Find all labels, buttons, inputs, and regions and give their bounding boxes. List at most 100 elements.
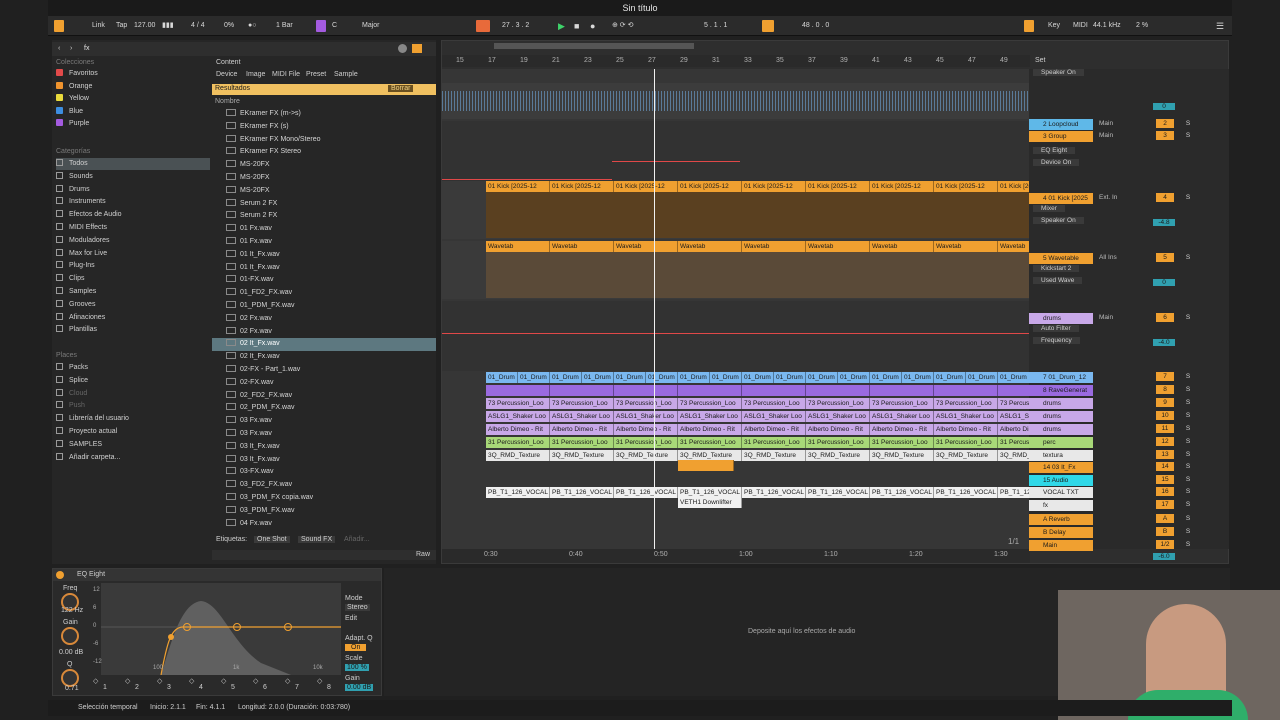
audio-clip[interactable] [486,385,550,396]
audio-clip[interactable]: 31 Percussion_Loo [742,437,806,448]
back-to-arrangement-button[interactable] [476,20,490,32]
solo-button[interactable]: S [1183,540,1193,549]
file-item[interactable]: 01_FD2_FX.wav [212,287,436,300]
track-number[interactable]: 3 [1156,131,1174,140]
band-button[interactable]: ◇ 6 [249,677,277,693]
audio-clip[interactable]: ASLG1_Shaker Loo [550,411,614,422]
category-item[interactable]: Sounds [56,171,210,183]
place-item[interactable]: Splice [56,375,210,387]
track-name[interactable]: VOCAL TXT [1029,487,1093,498]
mixer-track-row[interactable]: 3 Group 3 S Main [1029,131,1229,143]
solo-button[interactable]: S [1183,372,1193,381]
mixer-track-row[interactable]: drums 6 S Main [1029,313,1229,325]
audio-clip[interactable]: VETH1 Downlifter [678,497,742,508]
solo-button[interactable]: S [1183,475,1193,484]
bar-ruler[interactable]: 15 17 19 21 23 25 27 29 31 33 35 37 39 41 43 45 47 49 [442,55,1030,67]
solo-button[interactable]: S [1183,253,1193,262]
audio-clip[interactable]: 01 Kick [2025-12 [806,181,870,192]
band-button[interactable]: ◇ 2 [121,677,149,693]
audio-clip[interactable]: Alberto Dimeo - Rit [870,424,934,435]
audio-clip[interactable]: Alberto Dimeo - Rit [678,424,742,435]
audio-clip[interactable]: 73 Percussion_Loo [614,398,678,409]
file-item[interactable]: 02 Fx.wav [212,313,436,326]
file-item[interactable]: 04 Fx.wav [212,518,436,530]
audio-clip[interactable]: 3Q_RMD_Texture [614,450,678,461]
file-item[interactable]: MS-20FX [212,185,436,198]
audio-clip[interactable]: 01_Drum [806,372,838,383]
file-item[interactable]: 01 Fx.wav [212,236,436,249]
record-mode-icon[interactable]: ●○ [248,20,256,32]
file-item[interactable]: 03_FD2_FX.wav [212,479,436,492]
audio-clip[interactable]: Alberto Dimeo - Rit [614,424,678,435]
collection-item[interactable]: Purple [56,118,210,130]
audio-clip[interactable] [614,385,678,396]
file-item[interactable]: 03 Fx.wav [212,415,436,428]
mixer-track-row[interactable]: drums 11 S [1029,424,1229,436]
filter-icon[interactable] [412,44,422,53]
category-item[interactable]: Instruments [56,196,210,208]
audio-clip[interactable]: ASLG1_Shaker Loo [614,411,678,422]
audio-clip[interactable]: 31 Percussion_Loo [806,437,870,448]
volume-value[interactable]: 0 [1153,279,1175,286]
volume-value[interactable]: -4.8 [1153,219,1175,226]
device-on-icon[interactable] [56,571,64,579]
track-number[interactable]: 2 [1156,119,1174,128]
category-item[interactable]: Moduladores [56,235,210,247]
audio-clip[interactable]: ASLG1_Shaker Loo [806,411,870,422]
track-number[interactable]: 9 [1156,398,1174,407]
mixer-chain-label[interactable]: EQ Eight [1033,147,1076,154]
collection-item[interactable]: Yellow [56,93,210,105]
track-number[interactable]: 12 [1156,437,1174,446]
filter-content[interactable]: Content [216,59,241,66]
category-item[interactable]: MIDI Effects [56,222,210,234]
file-item[interactable]: 02 It_Fx.wav [212,338,436,352]
track-number[interactable]: 17 [1156,500,1174,509]
file-item[interactable]: 02-FX - Part_1.wav [212,364,436,377]
file-item[interactable]: 02-FX.wav [212,377,436,390]
volume-value[interactable]: -6.0 [1153,553,1175,560]
track-number[interactable]: A [1156,514,1174,523]
solo-button[interactable]: S [1183,500,1193,509]
track-lane[interactable] [442,301,1030,371]
track-number[interactable]: 7 [1156,372,1174,381]
audio-clip[interactable]: PB_T1_126_VOCAL [486,487,550,498]
audio-clip[interactable] [550,385,614,396]
file-item[interactable]: 03_PDM_FX copia.wav [212,492,436,505]
band-button[interactable]: ◇ 5 [217,677,245,693]
audio-clip[interactable]: 01_Drum [902,372,934,383]
mixer-track-row[interactable]: B Delay B S [1029,527,1229,539]
audio-clip[interactable]: 3Q_RMD_Texture [806,450,870,461]
mixer-chain-label[interactable]: Mixer [1033,205,1065,212]
file-item[interactable]: 03 It_Fx.wav [212,441,436,454]
audio-clip[interactable]: Wavetab [678,241,742,252]
clear-results-button[interactable]: Borrar [388,85,414,92]
audio-clip[interactable]: Alberto Dimeo - Rit [934,424,998,435]
audio-clip[interactable]: 31 Percussion_Loo [678,437,742,448]
mixer-chain-label[interactable]: Kickstart 2 [1033,265,1080,272]
track-name[interactable]: 5 Wavetable [1029,253,1093,264]
eq-display[interactable] [101,583,341,675]
category-item[interactable]: Plug-Ins [56,260,210,272]
audio-clip[interactable]: 3Q_RMD_Texture [742,450,806,461]
file-item[interactable]: MS-20FX [212,159,436,172]
mixer-chain-label[interactable]: Speaker On [1033,217,1084,224]
mixer-track-row[interactable]: 2 Loopcloud 2 S Main [1029,119,1229,131]
place-item[interactable]: Push [56,400,210,412]
freq-value[interactable]: 122 Hz [61,607,83,614]
track-name[interactable]: 15 Audio [1029,475,1093,486]
mixer-chain-label[interactable]: Used Wave [1033,277,1083,284]
audio-clip[interactable]: 01_Drum [870,372,902,383]
tag-sound-fx[interactable]: Sound FX [298,536,336,543]
audio-clip[interactable]: 01_Drum [582,372,614,383]
track-number[interactable]: 10 [1156,411,1174,420]
file-item[interactable]: 02_FD2_FX.wav [212,390,436,403]
audio-clip[interactable]: 3Q_RMD_Texture [486,450,550,461]
file-item[interactable]: Serum 2 FX [212,210,436,223]
category-item[interactable]: Max for Live [56,248,210,260]
file-item[interactable]: 02_PDM_FX.wav [212,402,436,415]
audio-clip[interactable]: 01_Drum [838,372,870,383]
track-number[interactable]: 1/2 [1156,540,1174,549]
audio-clip[interactable]: 73 Percussion_Loo [934,398,998,409]
audio-clip[interactable]: Wavetab [806,241,870,252]
file-item[interactable]: 01 It_Fx.wav [212,262,436,275]
